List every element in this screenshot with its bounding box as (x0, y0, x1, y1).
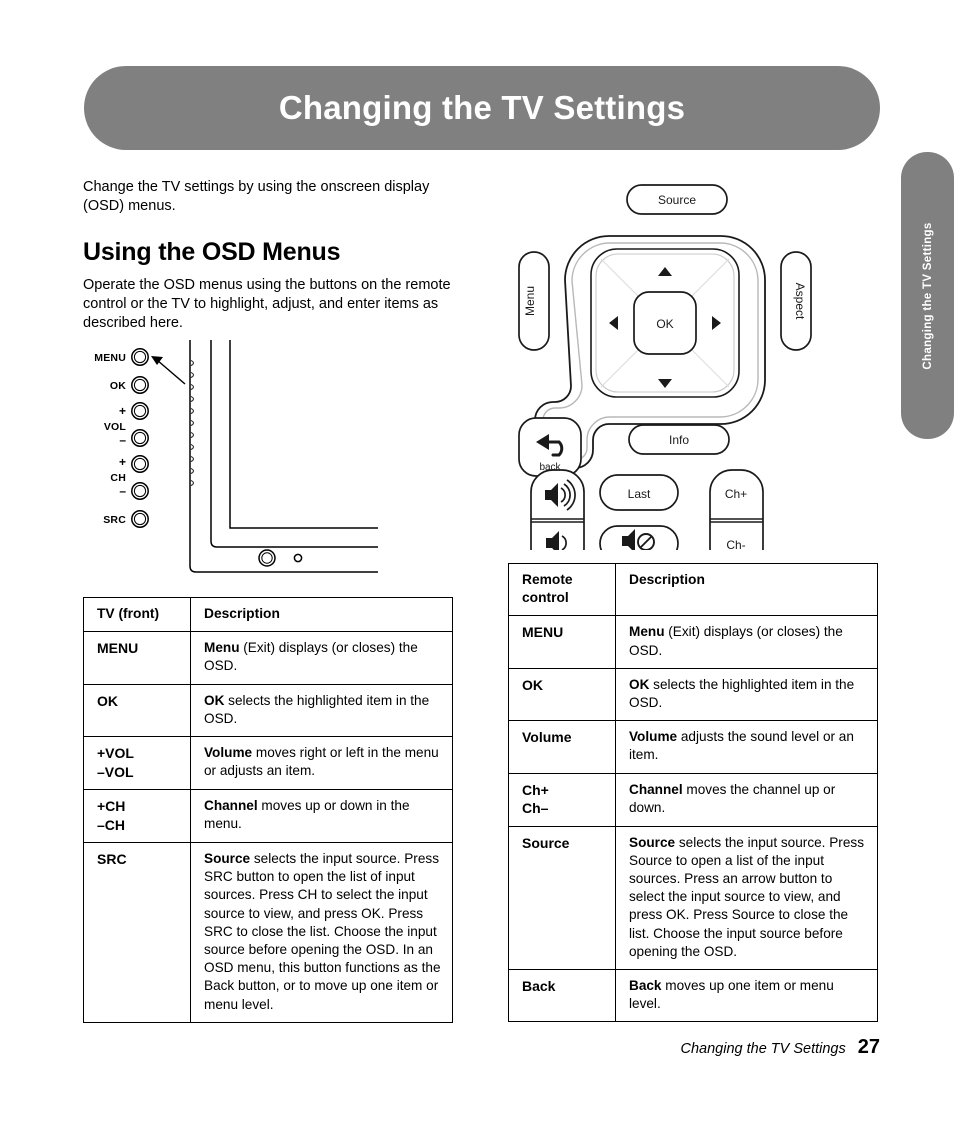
table-cell-key: +VOL –VOL (83, 736, 191, 791)
column-header-key: TV (front) (83, 596, 191, 633)
table-cell-key: MENU (83, 631, 191, 685)
table-row: MENU Menu (Exit) displays (or closes) the… (83, 631, 453, 685)
table-cell-key: Volume (508, 720, 616, 774)
tv-front-label-src: SRC (103, 514, 126, 526)
remote-menu-label: Menu (523, 286, 537, 316)
table-cell-description: OK selects the highlighted item in the O… (190, 683, 453, 738)
table-row: SRC Source selects the input source. Pres… (83, 842, 453, 1023)
chapter-thumb-tab-label: Changing the TV Settings (921, 221, 934, 370)
description-keyword: Volume (204, 745, 253, 761)
page-footer: Changing the TV Settings 27 (508, 1036, 881, 1059)
tv-front-label-vol-plus: + (118, 404, 126, 418)
column-header-description: Description (615, 562, 878, 617)
table-cell-key: Ch+ Ch– (508, 772, 616, 827)
table-cell-description: Volume moves right or left in the menu o… (190, 736, 453, 791)
column-header-key: Remote control (508, 562, 616, 617)
table-cell-description: Volume adjusts the sound level or an ite… (615, 720, 878, 774)
tv-front-label-vol-minus: – (119, 433, 126, 447)
tv-front-table-body: MENU Menu (Exit) displays (or closes) the… (83, 631, 453, 1023)
remote-control-diagram: Source OK Info back Last Ch+ Ch- Menu As… (505, 180, 885, 571)
remote-info-label: Info (669, 433, 689, 447)
table-cell-description: Back moves up one item or menu level. (615, 969, 878, 1023)
tv-front-label-ok: OK (109, 380, 126, 392)
table-row: +CH –CH Channel moves up or down in the m… (83, 789, 453, 844)
remote-ok-label: OK (656, 317, 673, 331)
table-header-row: TV (front) Description (83, 596, 453, 633)
table-cell-key: +CH –CH (83, 789, 191, 844)
remote-chminus-label: Ch- (726, 538, 745, 550)
column-header-description: Description (190, 596, 453, 633)
left-column: Change the TV settings by using the onsc… (83, 178, 455, 333)
table-row: +VOL –VOL Volume moves right or left in t… (83, 736, 453, 791)
table-cell-description: Menu (Exit) displays (or closes) the OSD… (615, 615, 878, 669)
description-keyword: Volume (629, 729, 678, 745)
remote-chplus-label: Ch+ (725, 487, 747, 501)
tv-front-label-vol: VOL (103, 421, 126, 433)
tv-front-label-ch-minus: – (119, 484, 126, 498)
table-cell-key: MENU (508, 615, 616, 669)
tv-front-label-ch-plus: + (118, 455, 126, 469)
description-keyword: Back (629, 978, 662, 994)
remote-back-label: back (539, 462, 561, 473)
table-cell-key: Back (508, 969, 616, 1023)
tv-front-reference-table: TV (front) Description MENU Menu (Exit) d… (83, 596, 453, 1023)
chapter-thumb-tab: Changing the TV Settings (901, 152, 954, 439)
table-cell-description: OK selects the highlighted item in the O… (615, 667, 878, 722)
description-keyword: OK (629, 676, 650, 692)
intro-paragraph: Change the TV settings by using the onsc… (83, 179, 430, 214)
table-row: Back Back moves up one item or menu level… (508, 969, 878, 1023)
tv-front-label-ch: CH (110, 472, 126, 484)
page-banner: Changing the TV Settings (84, 66, 880, 150)
table-row: Volume Volume adjusts the sound level or … (508, 720, 878, 774)
table-row: OK OK selects the highlighted item in the… (83, 683, 453, 738)
page-title: Changing the TV Settings (278, 89, 686, 126)
description-keyword: Channel (204, 798, 258, 814)
table-cell-key: OK (508, 667, 616, 722)
section-paragraph: Operate the OSD menus using the buttons … (83, 277, 451, 331)
table-cell-description: Channel moves the channel up or down. (615, 772, 878, 827)
table-row: MENU Menu (Exit) displays (or closes) the… (508, 615, 878, 669)
table-header-row: Remote control Description (508, 562, 878, 617)
description-keyword: Source (629, 834, 676, 850)
table-cell-description: Source selects the input source. Press S… (190, 842, 453, 1023)
table-row: OK OK selects the highlighted item in the… (508, 667, 878, 722)
description-keyword: Source (204, 851, 251, 867)
remote-source-label: Source (658, 193, 696, 207)
remote-last-label: Last (628, 487, 651, 501)
section-heading: Using the OSD Menus (83, 238, 341, 266)
footer-page-number: 27 (857, 1036, 880, 1058)
remote-table-body: MENU Menu (Exit) displays (or closes) the… (508, 615, 878, 1023)
description-keyword: Channel (629, 781, 683, 797)
footer-chapter-name: Changing the TV Settings (680, 1041, 846, 1057)
table-cell-key: SRC (83, 842, 191, 1023)
description-keyword: Menu (204, 640, 240, 656)
remote-aspect-label: Aspect (793, 283, 807, 320)
table-cell-description: Menu (Exit) displays (or closes) the OSD… (190, 631, 453, 685)
table-row: Ch+ Ch– Channel moves the channel up or d… (508, 772, 878, 827)
description-keyword: OK (204, 692, 225, 708)
tv-front-label-menu: MENU (94, 352, 126, 364)
table-cell-key: Source (508, 825, 616, 971)
table-row: Source Source selects the input source. P… (508, 825, 878, 971)
remote-reference-table: Remote control Description MENU Menu (Exi… (508, 562, 878, 1023)
table-cell-description: Channel moves up or down in the menu. (190, 789, 453, 844)
tv-front-panel-diagram: MENU OK + VOL – + CH – SRC (78, 338, 378, 578)
table-cell-key: OK (83, 683, 191, 738)
description-keyword: Menu (629, 624, 665, 640)
table-cell-description: Source selects the input source. Press S… (615, 825, 878, 971)
